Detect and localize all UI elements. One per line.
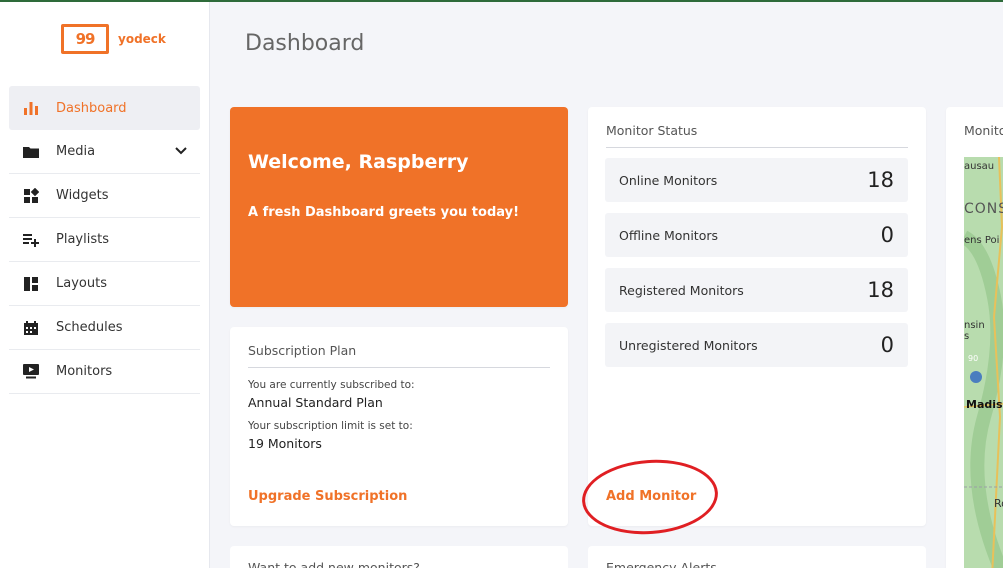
yodeck-logo[interactable]: 99 yodeck bbox=[61, 24, 166, 54]
limit-value: 19 Monitors bbox=[248, 436, 322, 451]
calendar-icon bbox=[22, 319, 40, 337]
plan-name: Annual Standard Plan bbox=[248, 395, 383, 410]
stat-row-registered[interactable]: Registered Monitors 18 bbox=[605, 268, 908, 312]
sidebar-nav: Dashboard Media Widgets Playlists Layout… bbox=[9, 86, 200, 394]
monitor-map-card: Monito ausau CONS ens Poi nsin s 90 Madi… bbox=[946, 107, 1003, 568]
sidebar-item-playlists[interactable]: Playlists bbox=[9, 218, 200, 262]
sidebar-item-layouts[interactable]: Layouts bbox=[9, 262, 200, 306]
add-monitor-link[interactable]: Add Monitor bbox=[606, 489, 696, 504]
sidebar-item-label: Dashboard bbox=[56, 100, 127, 116]
subscribed-label: You are currently subscribed to: bbox=[248, 379, 415, 391]
sidebar: 99 yodeck Dashboard Media Widgets Playli… bbox=[0, 2, 210, 568]
sidebar-item-label: Playlists bbox=[56, 232, 109, 247]
map-label: Madis bbox=[966, 398, 1003, 411]
sidebar-item-label: Widgets bbox=[56, 188, 109, 203]
map-label: Ro bbox=[994, 497, 1003, 510]
sidebar-item-label: Layouts bbox=[56, 276, 107, 291]
sidebar-item-label: Schedules bbox=[56, 320, 123, 335]
monitor-play-icon bbox=[22, 363, 40, 381]
page-title: Dashboard bbox=[245, 31, 365, 56]
stat-label: Unregistered Monitors bbox=[619, 337, 758, 353]
layout-icon bbox=[22, 275, 40, 293]
limit-label: Your subscription limit is set to: bbox=[248, 420, 413, 432]
upgrade-subscription-link[interactable]: Upgrade Subscription bbox=[248, 489, 407, 504]
sidebar-item-widgets[interactable]: Widgets bbox=[9, 174, 200, 218]
stat-row-offline[interactable]: Offline Monitors 0 bbox=[605, 213, 908, 257]
bar-chart-icon bbox=[22, 99, 40, 117]
map[interactable]: ausau CONS ens Poi nsin s 90 Madis Ro bbox=[964, 157, 1003, 568]
chevron-down-icon[interactable] bbox=[175, 144, 187, 159]
stat-row-unregistered[interactable]: Unregistered Monitors 0 bbox=[605, 323, 908, 367]
sidebar-item-media[interactable]: Media bbox=[9, 130, 200, 174]
map-label: ausau bbox=[964, 161, 995, 172]
map-label: s bbox=[964, 331, 970, 342]
sidebar-item-schedules[interactable]: Schedules bbox=[9, 306, 200, 350]
sidebar-item-dashboard[interactable]: Dashboard bbox=[9, 86, 200, 130]
stat-value: 0 bbox=[880, 223, 894, 247]
widgets-icon bbox=[22, 187, 40, 205]
stat-value: 18 bbox=[867, 278, 894, 302]
map-label: ens Poi bbox=[964, 235, 1000, 246]
map-label: 90 bbox=[968, 354, 979, 363]
stat-value: 18 bbox=[867, 168, 894, 192]
stat-value: 0 bbox=[880, 333, 894, 357]
logo-text: yodeck bbox=[118, 32, 166, 46]
map-label: nsin bbox=[964, 320, 985, 331]
emergency-alerts-card: Emergency Alerts bbox=[588, 546, 926, 568]
stat-label: Online Monitors bbox=[619, 172, 718, 188]
subscription-card: Subscription Plan You are currently subs… bbox=[230, 327, 568, 526]
stat-row-online[interactable]: Online Monitors 18 bbox=[605, 158, 908, 202]
folder-icon bbox=[22, 143, 40, 161]
divider bbox=[248, 367, 550, 368]
welcome-heading: Welcome, Raspberry bbox=[248, 151, 469, 173]
sidebar-item-monitors[interactable]: Monitors bbox=[9, 350, 200, 394]
playlist-add-icon bbox=[22, 231, 40, 249]
add-monitors-title: Want to add new monitors? bbox=[248, 560, 420, 568]
monitor-status-card: Monitor Status Online Monitors 18 Offlin… bbox=[588, 107, 926, 526]
stat-label: Registered Monitors bbox=[619, 282, 744, 298]
stat-label: Offline Monitors bbox=[619, 227, 719, 243]
sidebar-item-label: Monitors bbox=[56, 364, 113, 379]
welcome-card: Welcome, Raspberry A fresh Dashboard gre… bbox=[230, 107, 568, 307]
subscription-title: Subscription Plan bbox=[248, 343, 357, 358]
map-title: Monito bbox=[964, 123, 1003, 138]
divider bbox=[606, 147, 908, 148]
monitor-status-title: Monitor Status bbox=[606, 123, 698, 138]
add-monitors-card: Want to add new monitors? bbox=[230, 546, 568, 568]
welcome-subtext: A fresh Dashboard greets you today! bbox=[248, 205, 520, 220]
map-label: CONS bbox=[964, 201, 1003, 217]
logo-quote-icon: 99 bbox=[61, 24, 109, 54]
emergency-alerts-title: Emergency Alerts bbox=[606, 560, 717, 568]
sidebar-item-label: Media bbox=[56, 144, 96, 159]
